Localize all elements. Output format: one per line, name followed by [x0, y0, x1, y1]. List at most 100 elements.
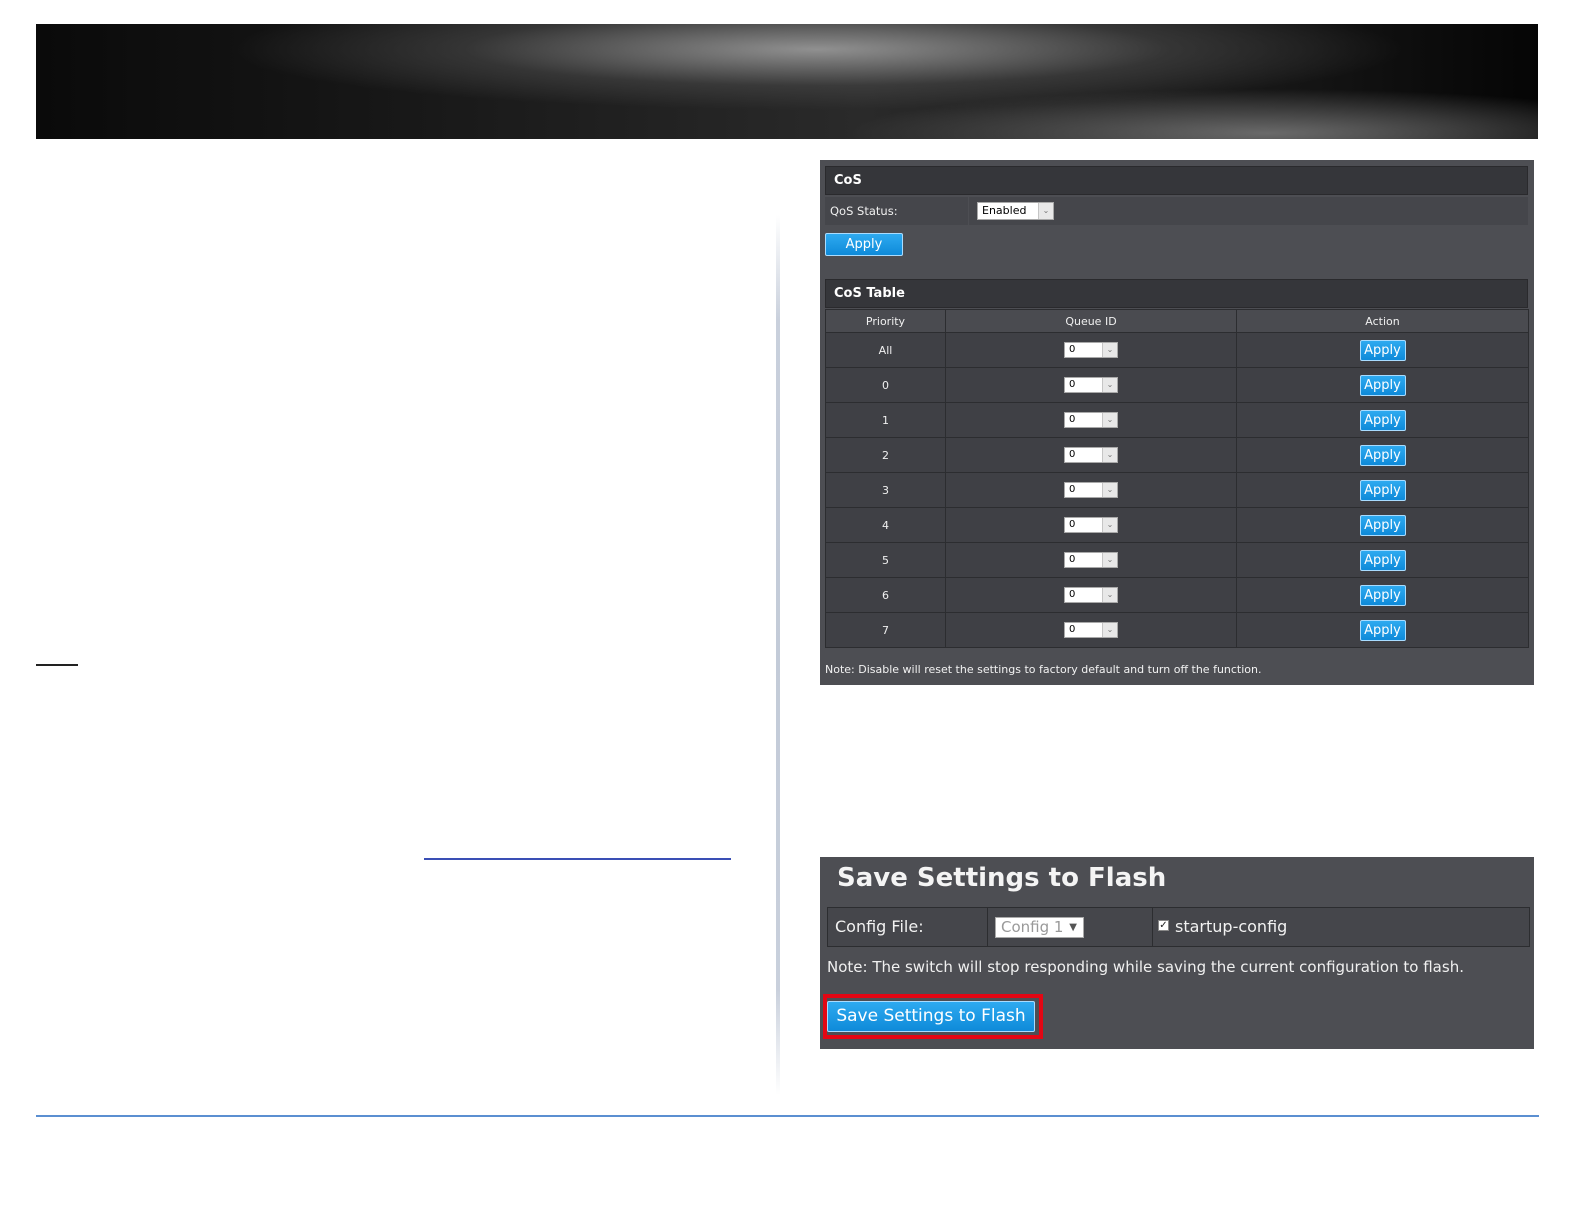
queue-id-cell: 0 ⌄ — [945, 542, 1237, 578]
queue-id-cell: 0 ⌄ — [945, 367, 1237, 403]
qos-status-select[interactable]: Enabled ⌄ — [977, 202, 1054, 220]
config-file-select[interactable]: Config 1 ▼ — [995, 917, 1084, 938]
qos-apply-button[interactable]: Apply — [825, 233, 903, 256]
queue-id-value: 0 — [1069, 554, 1076, 565]
queue-id-cell: 0 ⌄ — [945, 472, 1237, 508]
queue-id-value: 0 — [1069, 449, 1076, 460]
queue-id-select[interactable]: 0 ⌄ — [1064, 587, 1118, 603]
chevron-down-icon: ⌄ — [1038, 203, 1053, 219]
startup-config-checkbox[interactable]: ✓ — [1158, 920, 1169, 931]
qos-status-label: QoS Status: — [825, 197, 968, 225]
priority-cell: 6 — [825, 577, 946, 613]
queue-id-value: 0 — [1069, 379, 1076, 390]
config-file-cell: Config 1 ▼ — [988, 908, 1153, 946]
row-apply-button[interactable]: Apply — [1359, 409, 1406, 431]
action-cell: Apply — [1236, 472, 1529, 508]
column-divider — [776, 215, 780, 1095]
chevron-down-icon: ⌄ — [1102, 448, 1117, 462]
queue-id-value: 0 — [1069, 414, 1076, 425]
chevron-down-icon: ⌄ — [1102, 518, 1117, 532]
table-row: All 0 ⌄ Apply — [825, 332, 1529, 368]
queue-id-select[interactable]: 0 ⌄ — [1064, 622, 1118, 638]
config-file-value: Config 1 — [1001, 918, 1064, 936]
action-cell: Apply — [1236, 367, 1529, 403]
queue-id-value: 0 — [1069, 344, 1076, 355]
queue-id-cell: 0 ⌄ — [945, 437, 1237, 473]
queue-id-select[interactable]: 0 ⌄ — [1064, 412, 1118, 428]
cos-note: Note: Disable will reset the settings to… — [825, 663, 1262, 676]
config-file-row: Config File: Config 1 ▼ ✓ startup-config — [827, 907, 1530, 947]
queue-id-select[interactable]: 0 ⌄ — [1064, 377, 1118, 393]
chevron-down-icon: ⌄ — [1102, 588, 1117, 602]
queue-id-cell: 0 ⌄ — [945, 612, 1237, 648]
save-settings-panel: Save Settings to Flash Config File: Conf… — [820, 857, 1534, 1049]
qos-status-row: QoS Status: Enabled ⌄ — [825, 197, 1528, 225]
qos-status-cell: Enabled ⌄ — [969, 197, 1528, 225]
save-note: Note: The switch will stop responding wh… — [827, 958, 1464, 976]
queue-id-value: 0 — [1069, 519, 1076, 530]
row-apply-button[interactable]: Apply — [1359, 584, 1406, 606]
table-row: 1 0 ⌄ Apply — [825, 402, 1529, 438]
cos-panel: CoS QoS Status: Enabled ⌄ Apply CoS Tabl… — [820, 160, 1534, 685]
queue-id-cell: 0 ⌄ — [945, 577, 1237, 613]
table-header-row: Priority Queue ID Action — [825, 309, 1529, 333]
cos-section-title: CoS — [825, 166, 1528, 195]
chevron-down-icon: ⌄ — [1102, 378, 1117, 392]
priority-cell: 0 — [825, 367, 946, 403]
column-header-action: Action — [1236, 309, 1529, 333]
column-header-priority: Priority — [825, 309, 946, 333]
queue-id-select[interactable]: 0 ⌄ — [1064, 482, 1118, 498]
row-apply-button[interactable]: Apply — [1359, 619, 1406, 641]
queue-id-select[interactable]: 0 ⌄ — [1064, 552, 1118, 568]
queue-id-select[interactable]: 0 ⌄ — [1064, 447, 1118, 463]
priority-cell: 2 — [825, 437, 946, 473]
config-file-label: Config File: — [828, 908, 988, 946]
cos-table-title: CoS Table — [825, 279, 1528, 308]
queue-id-value: 0 — [1069, 589, 1076, 600]
table-row: 2 0 ⌄ Apply — [825, 437, 1529, 473]
chevron-down-icon: ⌄ — [1102, 483, 1117, 497]
table-row: 0 0 ⌄ Apply — [825, 367, 1529, 403]
chevron-down-icon: ⌄ — [1102, 343, 1117, 357]
queue-id-select[interactable]: 0 ⌄ — [1064, 517, 1118, 533]
action-cell: Apply — [1236, 437, 1529, 473]
chevron-down-icon: ⌄ — [1102, 553, 1117, 567]
table-row: 7 0 ⌄ Apply — [825, 612, 1529, 648]
save-settings-title: Save Settings to Flash — [837, 863, 1167, 893]
priority-cell: 3 — [825, 472, 946, 508]
table-row: 3 0 ⌄ Apply — [825, 472, 1529, 508]
action-cell: Apply — [1236, 332, 1529, 368]
row-apply-button[interactable]: Apply — [1359, 444, 1406, 466]
queue-id-value: 0 — [1069, 624, 1076, 635]
section-rule — [36, 664, 78, 666]
table-row: 6 0 ⌄ Apply — [825, 577, 1529, 613]
row-apply-button[interactable]: Apply — [1359, 374, 1406, 396]
priority-cell: All — [825, 332, 946, 368]
action-cell: Apply — [1236, 612, 1529, 648]
queue-id-value: 0 — [1069, 484, 1076, 495]
row-apply-button[interactable]: Apply — [1359, 479, 1406, 501]
row-apply-button[interactable]: Apply — [1359, 514, 1406, 536]
priority-cell: 1 — [825, 402, 946, 438]
column-header-queue-id: Queue ID — [945, 309, 1237, 333]
queue-id-cell: 0 ⌄ — [945, 332, 1237, 368]
chevron-down-icon: ⌄ — [1102, 413, 1117, 427]
queue-id-select[interactable]: 0 ⌄ — [1064, 342, 1118, 358]
cos-table: Priority Queue ID Action All 0 ⌄ Apply 0 0 ⌄ Ap… — [825, 309, 1529, 648]
save-settings-button[interactable]: Save Settings to Flash — [827, 1001, 1035, 1032]
table-row: 5 0 ⌄ Apply — [825, 542, 1529, 578]
priority-cell: 5 — [825, 542, 946, 578]
priority-cell: 4 — [825, 507, 946, 543]
action-cell: Apply — [1236, 507, 1529, 543]
priority-cell: 7 — [825, 612, 946, 648]
qos-status-value: Enabled — [982, 204, 1027, 217]
chevron-down-icon: ⌄ — [1102, 623, 1117, 637]
link-underline — [424, 858, 731, 860]
row-apply-button[interactable]: Apply — [1359, 339, 1406, 361]
table-row: 4 0 ⌄ Apply — [825, 507, 1529, 543]
startup-config-label: startup-config — [1175, 917, 1288, 936]
action-cell: Apply — [1236, 402, 1529, 438]
header-banner — [36, 24, 1538, 139]
row-apply-button[interactable]: Apply — [1359, 549, 1406, 571]
startup-config-option[interactable]: ✓ startup-config — [1158, 908, 1287, 946]
